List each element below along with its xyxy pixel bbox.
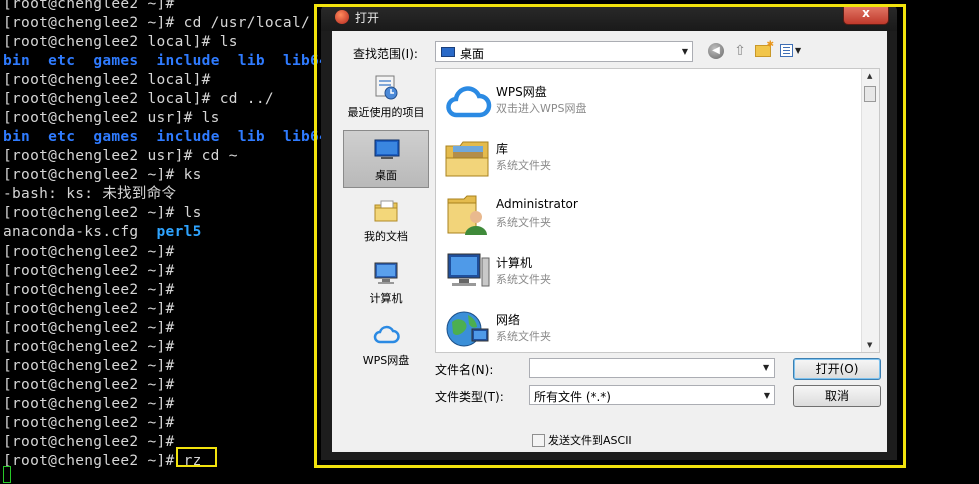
terminal-text: [root@chenglee2 ~]#	[3, 395, 175, 412]
terminal-line: [root@chenglee2 ~]#	[3, 281, 175, 300]
terminal-line: [root@chenglee2 ~]# rz	[3, 452, 202, 471]
terminal-line: [root@chenglee2 ~]#	[3, 395, 175, 414]
terminal-line: -bash: ks: 未找到命令	[3, 185, 176, 204]
terminal-text: [root@chenglee2 local]#	[3, 72, 211, 89]
terminal-text: anaconda-ks.cfg	[3, 224, 157, 241]
terminal-text: [root@chenglee2 ~]#	[3, 433, 175, 450]
directory-name: games	[93, 53, 139, 70]
directory-name: etc	[48, 129, 76, 146]
terminal-text: [root@chenglee2 ~]#	[3, 414, 175, 431]
terminal-line: [root@chenglee2 ~]#	[3, 376, 175, 395]
terminal-text: [root@chenglee2 ~]#	[3, 319, 175, 336]
terminal-text: [root@chenglee2 local]# cd ../	[3, 91, 274, 108]
terminal-text: -bash: ks: 未找到命令	[3, 186, 177, 203]
terminal-text: [root@chenglee2 ~]# ls	[3, 205, 202, 222]
executable-name: perl5	[156, 224, 202, 241]
terminal-text: [root@chenglee2 ~]#	[3, 262, 175, 279]
terminal-line: [root@chenglee2 ~]#	[3, 300, 175, 319]
terminal-line: [root@chenglee2 ~]# cd /usr/local/	[3, 14, 310, 33]
terminal-text: [root@chenglee2 ~]#	[3, 281, 175, 298]
terminal-line: [root@chenglee2 ~]#	[3, 357, 175, 376]
terminal-text: [root@chenglee2 ~]#	[3, 338, 175, 355]
terminal-line: [root@chenglee2 ~]#	[3, 414, 175, 433]
directory-name: lib	[237, 129, 265, 146]
terminal-line: [root@chenglee2 ~]#	[3, 433, 175, 452]
dialog-highlight-frame	[314, 4, 906, 468]
terminal-line: [root@chenglee2 usr]# ls	[3, 109, 220, 128]
terminal-text: [root@chenglee2 ~]# cd /usr/local/	[3, 15, 311, 32]
terminal-line: [root@chenglee2 ~]#	[3, 319, 175, 338]
directory-name: games	[93, 129, 139, 146]
terminal-line: [root@chenglee2 local]# ls	[3, 33, 238, 52]
terminal-text: [root@chenglee2 ~]# ks	[3, 167, 202, 184]
terminal-text: [root@chenglee2 ~]#	[3, 0, 175, 12]
terminal-line: [root@chenglee2 local]#	[3, 71, 211, 90]
terminal-text: [root@chenglee2 ~]#	[3, 357, 175, 374]
terminal-line: [root@chenglee2 ~]# ks	[3, 166, 202, 185]
terminal-line: [root@chenglee2 ~]#	[3, 0, 175, 14]
directory-name: etc	[48, 53, 76, 70]
terminal-line: [root@chenglee2 usr]# cd ~	[3, 147, 238, 166]
terminal-line: [root@chenglee2 local]# cd ../	[3, 90, 274, 109]
terminal-cursor	[3, 466, 11, 483]
terminal-line: [root@chenglee2 ~]#	[3, 262, 175, 281]
rz-command-highlight	[176, 447, 217, 467]
directory-name: bin	[3, 129, 31, 146]
terminal-line: [root@chenglee2 ~]#	[3, 338, 175, 357]
directory-name: bin	[3, 53, 31, 70]
terminal-line: [root@chenglee2 ~]#	[3, 243, 175, 262]
directory-name: lib	[237, 53, 265, 70]
terminal-line: bin etc games include lib lib64	[3, 52, 328, 71]
terminal-line: [root@chenglee2 ~]# ls	[3, 204, 202, 223]
terminal-text: [root@chenglee2 ~]#	[3, 300, 175, 317]
terminal-text: [root@chenglee2 usr]# cd ~	[3, 148, 238, 165]
directory-name: include	[156, 129, 220, 146]
terminal-text: [root@chenglee2 ~]#	[3, 376, 175, 393]
terminal-text: [root@chenglee2 ~]# rz	[3, 452, 202, 469]
directory-name: include	[156, 53, 220, 70]
terminal-line: anaconda-ks.cfg perl5	[3, 223, 202, 242]
terminal-text: [root@chenglee2 local]# ls	[3, 34, 238, 51]
terminal-line: bin etc games include lib lib64	[3, 128, 328, 147]
terminal-text: [root@chenglee2 usr]# ls	[3, 110, 220, 127]
terminal-text: [root@chenglee2 ~]#	[3, 243, 175, 260]
